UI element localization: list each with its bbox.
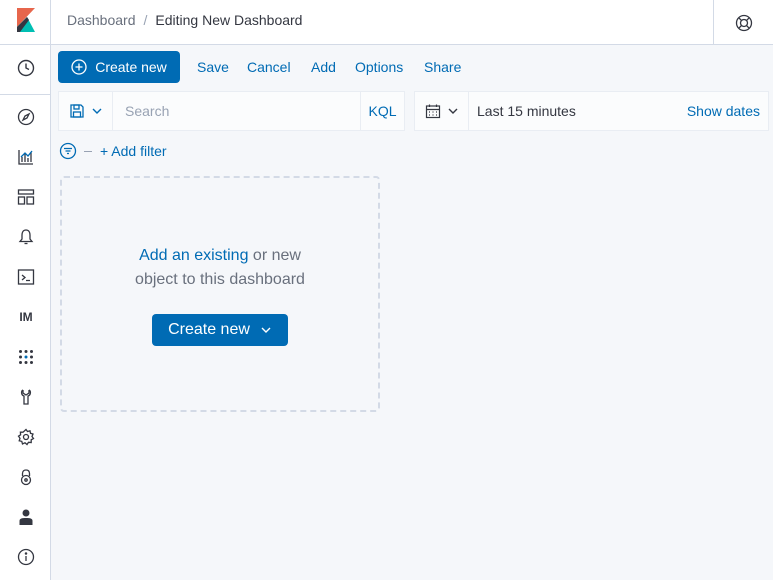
create-new-dropdown-button[interactable]: Create new (152, 314, 288, 346)
create-new-label: Create new (95, 59, 167, 75)
kql-language-toggle[interactable]: KQL (360, 92, 404, 130)
saved-query-button[interactable] (59, 92, 113, 130)
quick-menu-button[interactable] (415, 92, 469, 130)
share-link[interactable]: Share (424, 59, 461, 75)
header-bar: Dashboard / Editing New Dashboard (51, 0, 773, 45)
breadcrumb: Dashboard / Editing New Dashboard (67, 12, 302, 28)
create-new-button[interactable]: Create new (58, 51, 180, 83)
security-icon[interactable] (12, 463, 40, 491)
query-bar: KQL (58, 91, 405, 131)
add-filter-link[interactable]: + Add filter (100, 143, 167, 159)
visualize-icon[interactable] (12, 143, 40, 171)
chevron-down-icon (92, 108, 101, 114)
plus-circle-icon (71, 59, 87, 75)
time-picker: Last 15 minutes Show dates (414, 91, 769, 131)
show-dates-link[interactable]: Show dates (687, 103, 760, 119)
info-icon[interactable] (12, 543, 40, 571)
calendar-icon (425, 104, 440, 119)
chevron-down-icon (261, 327, 271, 333)
empty-dashboard-panel: Add an existing or new object to this da… (60, 176, 380, 412)
empty-text-mid: or new (248, 247, 301, 264)
save-link[interactable]: Save (197, 59, 229, 75)
save-icon (69, 104, 84, 118)
chevron-down-icon (448, 108, 457, 114)
user-icon[interactable] (12, 503, 40, 531)
options-link[interactable]: Options (355, 59, 403, 75)
breadcrumb-separator: / (143, 12, 148, 28)
filter-divider (84, 150, 92, 152)
help-lifebuoy-icon (735, 14, 752, 31)
discover-icon[interactable] (12, 103, 40, 131)
add-link[interactable]: Add (311, 59, 336, 75)
add-existing-link[interactable]: Add an existing (139, 247, 248, 264)
top-nav-menu: Create new Save Cancel Add Options Share (51, 45, 773, 91)
index-management-icon[interactable]: IM (12, 303, 40, 331)
side-nav: IM (0, 0, 51, 580)
create-new-dropdown-label: Create new (168, 321, 250, 338)
kibana-logo-icon[interactable] (12, 6, 40, 34)
time-range-label[interactable]: Last 15 minutes (477, 103, 576, 119)
breadcrumb-current: Editing New Dashboard (155, 12, 303, 28)
help-button[interactable] (713, 0, 773, 45)
recently-viewed-icon[interactable] (12, 54, 40, 82)
search-input[interactable] (114, 92, 362, 130)
empty-text-line2: object to this dashboard (135, 271, 305, 288)
apps-icon[interactable] (12, 343, 40, 371)
cancel-link[interactable]: Cancel (247, 59, 291, 75)
index-management-label: IM (19, 310, 33, 324)
dev-tools-icon[interactable] (12, 263, 40, 291)
settings-icon[interactable] (12, 423, 40, 451)
maintenance-icon[interactable] (12, 383, 40, 411)
filter-bar: + Add filter (58, 140, 167, 162)
filter-options-icon[interactable] (58, 141, 78, 161)
dashboard-icon[interactable] (12, 183, 40, 211)
breadcrumb-dashboard-link[interactable]: Dashboard (67, 12, 136, 28)
empty-dashboard-message: Add an existing or new object to this da… (62, 244, 378, 292)
alerting-icon[interactable] (12, 223, 40, 251)
